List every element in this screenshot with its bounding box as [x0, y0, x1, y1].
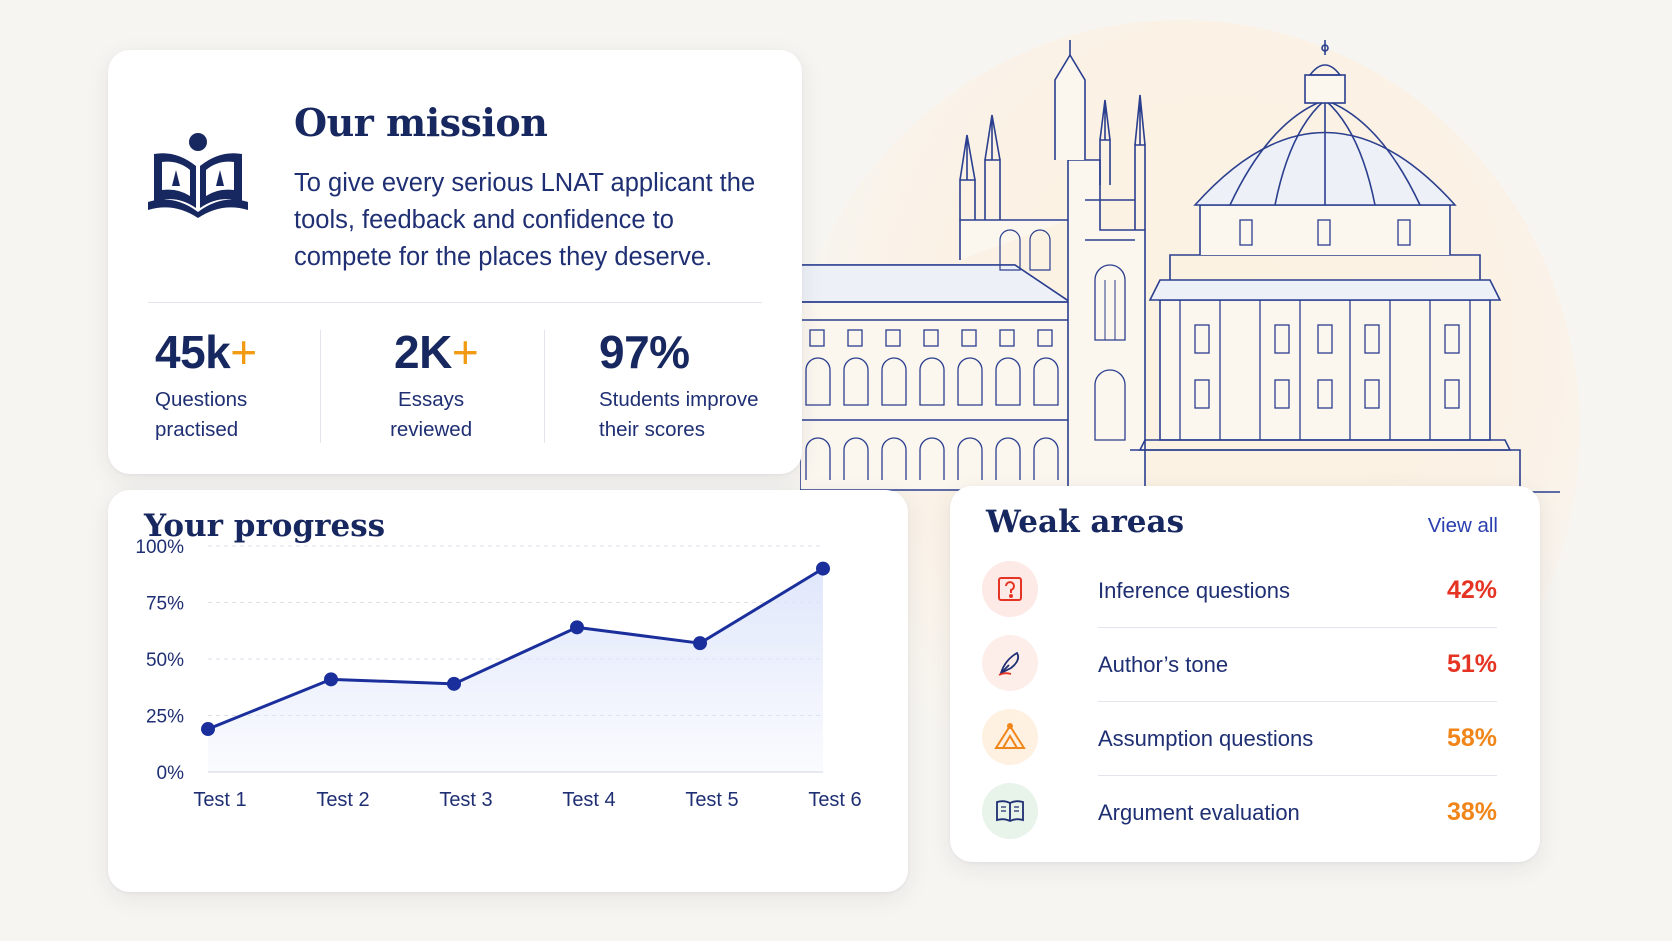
x-tick-label: Test 3: [439, 789, 492, 811]
weak-area-label: Argument evaluation: [1098, 800, 1300, 825]
stat-label: Students improve their scores: [599, 388, 759, 441]
question-box-icon: [982, 561, 1038, 617]
stat-improve: 97% Students improve their scores: [599, 325, 759, 445]
triangle-puzzle-icon: [982, 709, 1038, 765]
data-point: [447, 676, 461, 691]
weak-area-percent: 51%: [1446, 650, 1497, 678]
domed-rotunda: [1080, 40, 1560, 493]
progress-chart: 0% 25% 50% 75% 100% Test 1 Test 2 Test 3 Test 4 T…: [135, 537, 861, 811]
weak-area-row[interactable]: Author’s tone 51%: [982, 628, 1497, 702]
stat-label: Questions practised: [155, 388, 248, 441]
book-scholars-logo-icon: [148, 133, 248, 218]
weak-area-label: Inference questions: [1098, 578, 1291, 603]
mission-statement: To give every serious LNAT applicant the…: [294, 169, 756, 271]
open-book-icon: [982, 783, 1038, 839]
stat-label: Essays reviewed: [390, 388, 473, 441]
weak-area-percent: 42%: [1446, 576, 1497, 604]
x-tick-label: Test 2: [316, 789, 369, 811]
stat-separator: [544, 330, 545, 443]
stat-value: 97%: [599, 326, 690, 378]
x-tick-label: Test 5: [685, 789, 738, 811]
plus-sign: +: [230, 326, 257, 378]
y-tick-label: 25%: [146, 707, 184, 728]
weak-area-row[interactable]: Assumption questions 58%: [982, 702, 1497, 776]
weak-area-row[interactable]: Argument evaluation 38%: [982, 776, 1497, 850]
oxford-buildings-illustration: [800, 40, 1560, 493]
progress-card: Your progress 0% 25% 50% 75% 100% Test 1 Test …: [108, 490, 908, 892]
data-point: [570, 620, 584, 635]
y-tick-label: 50%: [146, 650, 184, 671]
divider: [148, 302, 762, 303]
weak-area-label: Assumption questions: [1098, 726, 1314, 751]
plus-sign: +: [451, 326, 479, 378]
x-tick-label: Test 6: [808, 789, 861, 811]
weak-area-percent: 58%: [1446, 724, 1497, 752]
view-all-link[interactable]: View all: [1428, 514, 1498, 538]
area-fill: [208, 568, 823, 772]
data-point: [816, 561, 830, 576]
y-tick-label: 75%: [146, 594, 184, 615]
weak-areas-title: Weak areas: [986, 504, 1185, 540]
y-tick-label: 0%: [157, 763, 185, 784]
data-point: [324, 672, 338, 687]
stat-questions: 45k+ Questions practised: [155, 325, 257, 445]
stat-value: 45k: [155, 326, 231, 378]
stat-separator: [320, 330, 321, 443]
data-point: [201, 722, 215, 737]
stat-essays: 2K+ Essays reviewed: [390, 325, 479, 445]
data-point: [693, 636, 707, 651]
quill-icon: [982, 635, 1038, 691]
y-tick-label: 100%: [135, 537, 184, 558]
weak-area-row[interactable]: Inference questions 42%: [982, 554, 1497, 628]
weak-area-label: Author’s tone: [1098, 652, 1229, 677]
college-building: [800, 264, 1073, 491]
mission-title: Our mission: [294, 100, 548, 145]
x-tick-label: Test 4: [562, 789, 615, 811]
mission-card: Our mission To give every serious LNAT a…: [108, 50, 802, 474]
x-tick-label: Test 1: [193, 789, 246, 811]
stat-value: 2K: [394, 326, 452, 378]
weak-areas-card: Weak areas View all Inference questions …: [950, 486, 1540, 862]
weak-area-percent: 38%: [1446, 798, 1497, 826]
